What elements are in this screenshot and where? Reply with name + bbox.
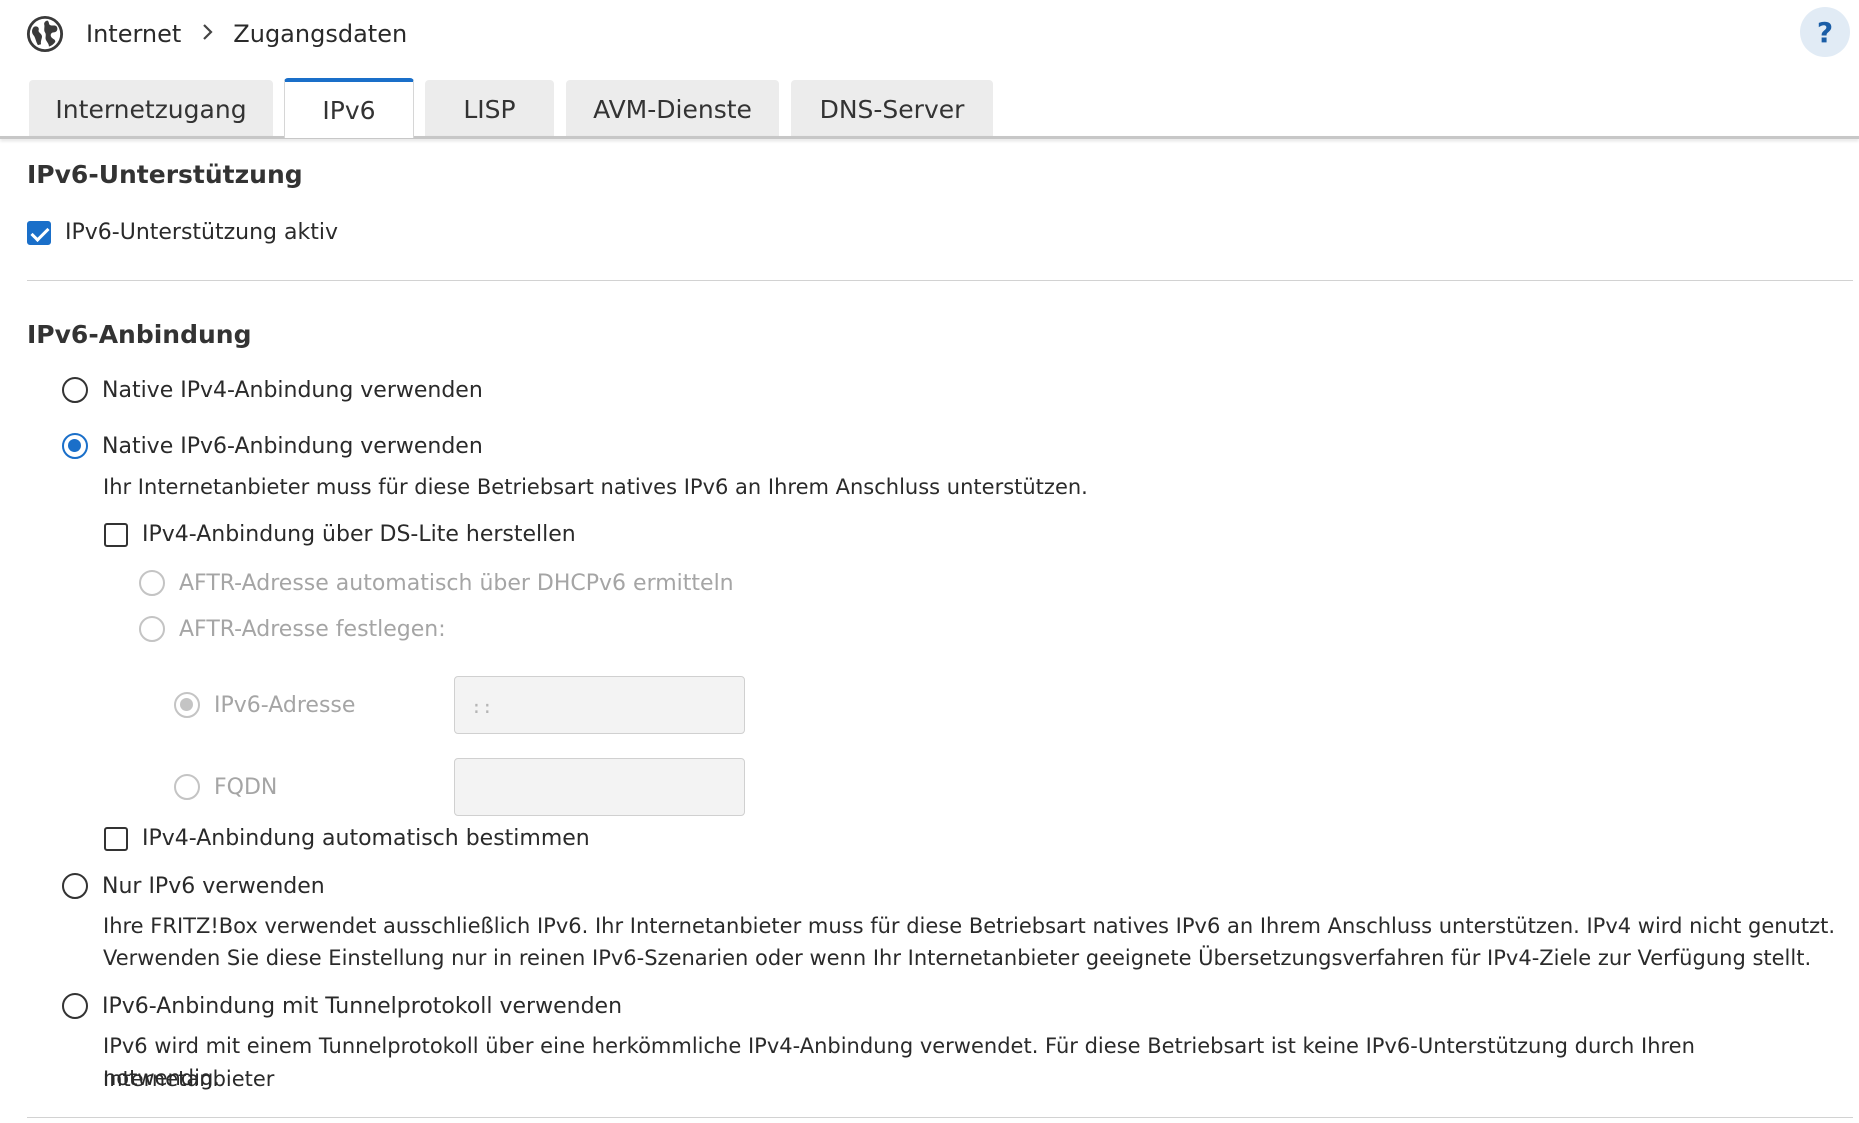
ipv6-support-checkbox-row[interactable]: IPv6-Unterstützung aktiv [27,220,338,245]
chevron-right-icon [201,20,215,48]
radio-row-native-ipv6[interactable]: Native IPv6-Anbindung verwenden [62,433,483,459]
radio-label-only-ipv6: Nur IPv6 verwenden [102,873,325,899]
radio-label-tunnel: IPv6-Anbindung mit Tunnelprotokoll verwe… [102,993,623,1019]
radio-label-aftr-auto: AFTR-Adresse automatisch über DHCPv6 erm… [179,570,734,596]
checkbox-row-dslite[interactable]: IPv4-Anbindung über DS-Lite herstellen [104,522,576,547]
radio-row-aftr-set[interactable]: AFTR-Adresse festlegen: [139,616,446,642]
radio-row-fqdn[interactable]: FQDN [174,774,277,800]
radio-label-aftr-set: AFTR-Adresse festlegen: [179,616,446,642]
radio-native-ipv4[interactable] [62,377,88,403]
radio-fqdn[interactable] [174,774,200,800]
radio-aftr-auto[interactable] [139,570,165,596]
tab-ipv6[interactable]: IPv6 [284,78,414,138]
radio-only-ipv6[interactable] [62,873,88,899]
radio-native-ipv6[interactable] [62,433,88,459]
section-title-ipv6-connection: IPv6-Anbindung [27,320,252,349]
radio-label-native-ipv4: Native IPv4-Anbindung verwenden [102,377,483,403]
bottom-divider [27,1117,1853,1118]
radio-ipv6-address[interactable] [174,692,200,718]
tab-internetzugang[interactable]: Internetzugang [29,80,273,138]
section-title-ipv6-support: IPv6-Unterstützung [27,160,303,189]
radio-label-ipv6-address: IPv6-Adresse [214,692,356,718]
ipv4-auto-checkbox[interactable] [104,826,128,851]
tunnel-help-text-2: notwendig. [103,1066,220,1090]
ipv6-support-label: IPv6-Unterstützung aktiv [65,220,338,245]
checkbox-row-ipv4-auto[interactable]: IPv4-Anbindung automatisch bestimmen [104,826,590,851]
tab-divider [0,136,1859,139]
ipv6-address-input[interactable]: :: [454,676,745,734]
section-divider [27,280,1853,281]
only-ipv6-help-text-2: Verwenden Sie diese Einstellung nur in r… [103,946,1812,970]
radio-aftr-set[interactable] [139,616,165,642]
breadcrumb: Internet Zugangsdaten [86,14,407,54]
help-button[interactable]: ? [1800,7,1850,57]
radio-row-tunnel[interactable]: IPv6-Anbindung mit Tunnelprotokoll verwe… [62,993,622,1019]
fqdn-input[interactable] [454,758,745,816]
globe-icon [26,15,64,53]
dslite-label: IPv4-Anbindung über DS-Lite herstellen [142,522,576,547]
ipv6-support-checkbox[interactable] [27,220,51,245]
radio-tunnel[interactable] [62,993,88,1019]
dslite-checkbox[interactable] [104,522,128,547]
breadcrumb-item-zugangsdaten[interactable]: Zugangsdaten [233,20,407,48]
only-ipv6-help-text-1: Ihre FRITZ!Box verwendet ausschließlich … [103,914,1836,938]
ipv4-auto-label: IPv4-Anbindung automatisch bestimmen [142,826,590,851]
radio-label-fqdn: FQDN [214,774,278,800]
radio-row-only-ipv6[interactable]: Nur IPv6 verwenden [62,873,325,899]
radio-row-native-ipv4[interactable]: Native IPv4-Anbindung verwenden [62,377,483,403]
radio-row-aftr-auto[interactable]: AFTR-Adresse automatisch über DHCPv6 erm… [139,570,734,596]
tab-avm-dienste[interactable]: AVM-Dienste [566,80,779,138]
radio-row-ipv6-address[interactable]: IPv6-Adresse [174,692,355,718]
radio-label-native-ipv6: Native IPv6-Anbindung verwenden [102,433,483,459]
native-ipv6-help-text: Ihr Internetanbieter muss für diese Betr… [103,475,1088,499]
page-header: Internet Zugangsdaten ? [0,0,1859,64]
tab-lisp[interactable]: LISP [425,80,554,138]
tab-dns-server[interactable]: DNS-Server [791,80,993,138]
breadcrumb-item-internet[interactable]: Internet [86,20,181,48]
